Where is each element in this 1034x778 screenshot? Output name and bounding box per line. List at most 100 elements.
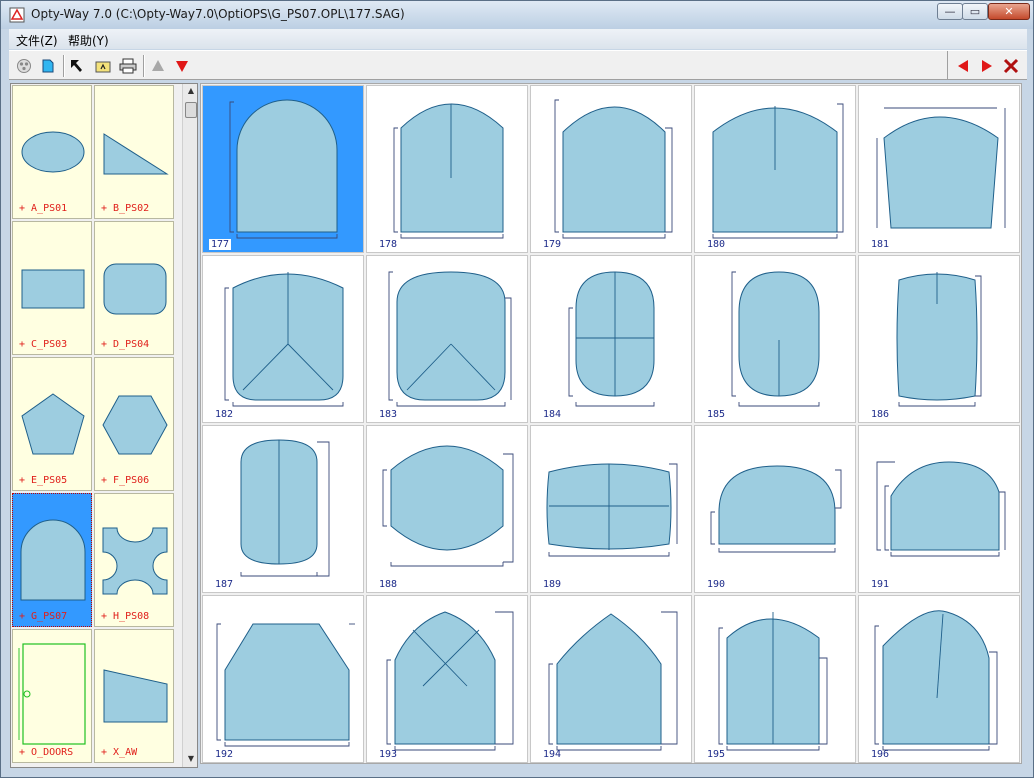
shape-outline xyxy=(556,613,662,745)
shape-outline xyxy=(562,106,666,233)
family-shape xyxy=(20,519,86,601)
family-item-A[interactable]: + A_PS01 xyxy=(12,85,92,219)
shape-number: 182 xyxy=(215,409,234,420)
shape-number: 177 xyxy=(209,239,232,250)
shape-cell-185[interactable]: 185 xyxy=(694,255,856,423)
family-label: + A_PS01 xyxy=(19,203,68,214)
shape-number: 194 xyxy=(543,749,562,760)
family-label: + H_PS08 xyxy=(101,611,150,622)
close-x-icon[interactable] xyxy=(1001,56,1021,76)
shape-cell-180[interactable]: 180 xyxy=(694,85,856,253)
scroll-thumb[interactable] xyxy=(185,102,197,118)
shape-cell-177[interactable]: 177 xyxy=(202,85,364,253)
family-label: + X_AW xyxy=(101,747,138,758)
maximize-button[interactable]: ▭ xyxy=(962,3,988,20)
menu-file[interactable]: 文件(Z) xyxy=(16,32,58,49)
family-shape xyxy=(21,393,85,455)
family-shape xyxy=(21,269,85,309)
shape-family-panel: ▲ ▼ + A_PS01 + B_PS02 + C_PS03 + D_PS04 + E_… xyxy=(10,83,198,768)
shape-number: 190 xyxy=(707,579,726,590)
shape-cell-187[interactable]: 187 xyxy=(202,425,364,593)
family-label: + C_PS03 xyxy=(19,339,68,350)
shape-cell-184[interactable]: 184 xyxy=(530,255,692,423)
shape-number: 179 xyxy=(543,239,562,250)
shape-cell-183[interactable]: 183 xyxy=(366,255,528,423)
shape-outline xyxy=(236,99,338,233)
shape-cell-195[interactable]: 195 xyxy=(694,595,856,763)
app-window: Opty-Way 7.0 (C:\Opty-Way7.0\OptiOPS\G_P… xyxy=(0,0,1034,778)
family-shape xyxy=(103,133,169,175)
shape-grid: 177 178 179 180 181 182 183 184 185 186 187 188 189 1… xyxy=(200,83,1022,764)
shape-outline xyxy=(396,271,506,401)
family-scrollbar[interactable]: ▲ ▼ xyxy=(182,84,197,767)
shape-cell-191[interactable]: 191 xyxy=(858,425,1020,593)
shape-number: 187 xyxy=(215,579,234,590)
new-shape-icon[interactable] xyxy=(38,56,58,76)
shape-outline xyxy=(718,465,836,545)
up-triangle-icon[interactable] xyxy=(148,56,168,76)
family-item-D[interactable]: + D_PS04 xyxy=(94,221,174,355)
shape-cell-192[interactable]: 192 xyxy=(202,595,364,763)
shape-number: 181 xyxy=(871,239,890,250)
shape-cell-179[interactable]: 179 xyxy=(530,85,692,253)
shape-outline xyxy=(400,103,504,233)
shape-number: 189 xyxy=(543,579,562,590)
shape-outline xyxy=(882,610,990,745)
shape-number: 180 xyxy=(707,239,726,250)
shape-cell-193[interactable]: 193 xyxy=(366,595,528,763)
family-shape xyxy=(103,263,167,315)
family-item-B[interactable]: + B_PS02 xyxy=(94,85,174,219)
family-item-H[interactable]: + H_PS08 xyxy=(94,493,174,627)
shape-number: 191 xyxy=(871,579,890,590)
next-red-icon[interactable] xyxy=(977,56,997,76)
minimize-button[interactable]: — xyxy=(937,3,963,20)
shape-cell-196[interactable]: 196 xyxy=(858,595,1020,763)
shape-number: 188 xyxy=(379,579,398,590)
menu-help[interactable]: 帮助(Y) xyxy=(68,32,109,49)
family-item-F[interactable]: + F_PS06 xyxy=(94,357,174,491)
family-item-E[interactable]: + E_PS05 xyxy=(12,357,92,491)
shape-number: 193 xyxy=(379,749,398,760)
family-label: + F_PS06 xyxy=(101,475,150,486)
window-title: Opty-Way 7.0 (C:\Opty-Way7.0\OptiOPS\G_P… xyxy=(31,7,405,21)
close-button[interactable]: ✕ xyxy=(988,3,1030,20)
shape-cell-194[interactable]: 194 xyxy=(530,595,692,763)
shape-number: 195 xyxy=(707,749,726,760)
disk-icon[interactable] xyxy=(14,56,34,76)
shape-cell-178[interactable]: 178 xyxy=(366,85,528,253)
pointer-arrow-icon[interactable] xyxy=(67,56,87,76)
shape-cell-188[interactable]: 188 xyxy=(366,425,528,593)
family-label: + B_PS02 xyxy=(101,203,150,214)
title-bar[interactable]: Opty-Way 7.0 (C:\Opty-Way7.0\OptiOPS\G_P… xyxy=(1,1,1033,29)
down-triangle-icon[interactable] xyxy=(172,56,192,76)
shape-outline xyxy=(390,445,504,551)
shape-cell-182[interactable]: 182 xyxy=(202,255,364,423)
family-shape xyxy=(22,643,86,745)
shape-outline xyxy=(890,461,1000,551)
family-item-G[interactable]: + G_PS07 xyxy=(12,493,92,627)
shape-cell-181[interactable]: 181 xyxy=(858,85,1020,253)
family-label: + D_PS04 xyxy=(101,339,150,350)
print-icon[interactable] xyxy=(118,56,138,76)
shape-cell-189[interactable]: 189 xyxy=(530,425,692,593)
shape-number: 183 xyxy=(379,409,398,420)
shape-number: 178 xyxy=(379,239,398,250)
shape-number: 184 xyxy=(543,409,562,420)
shape-outline xyxy=(224,623,350,741)
open-folder-icon[interactable] xyxy=(93,56,113,76)
scroll-up-icon[interactable]: ▲ xyxy=(185,86,197,96)
shape-outline xyxy=(883,116,999,229)
app-icon xyxy=(9,7,25,23)
shape-cell-190[interactable]: 190 xyxy=(694,425,856,593)
family-label: + G_PS07 xyxy=(19,611,68,622)
family-item-C[interactable]: + C_PS03 xyxy=(12,221,92,355)
family-item-O[interactable]: + O_DOORS xyxy=(12,629,92,763)
family-shape xyxy=(103,669,168,723)
family-shape xyxy=(102,395,168,455)
prev-red-icon[interactable] xyxy=(953,56,973,76)
menu-bar: 文件(Z) 帮助(Y) xyxy=(9,29,1027,49)
scroll-down-icon[interactable]: ▼ xyxy=(185,754,197,764)
shape-cell-186[interactable]: 186 xyxy=(858,255,1020,423)
family-item-X[interactable]: + X_AW xyxy=(94,629,174,763)
shape-number: 186 xyxy=(871,409,890,420)
